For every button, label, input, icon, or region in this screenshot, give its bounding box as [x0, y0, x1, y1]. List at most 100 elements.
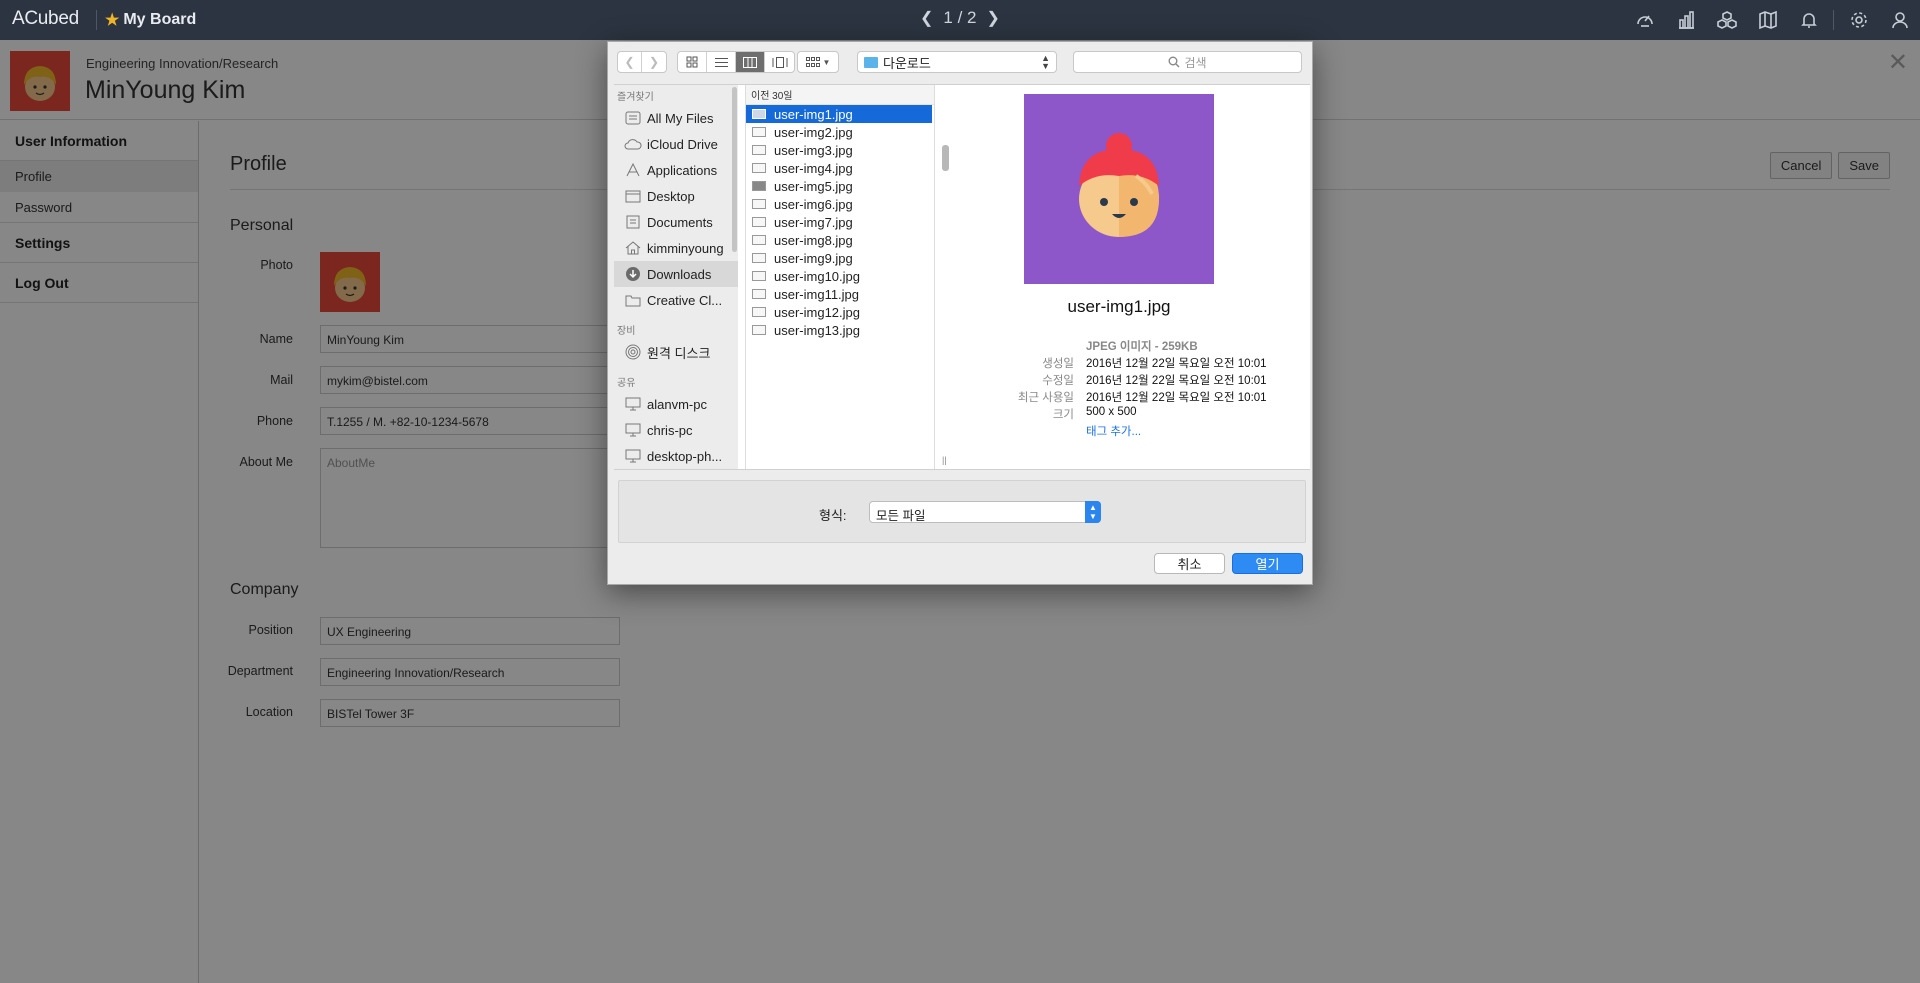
gallery-view-icon[interactable]	[765, 52, 794, 72]
file-row[interactable]: user-img13.jpg	[746, 321, 932, 339]
image-file-icon	[752, 325, 766, 335]
meta-key: 크기	[1052, 409, 1074, 421]
column-group-header: 이전 30일	[746, 85, 934, 105]
file-name: user-img13.jpg	[774, 322, 860, 338]
board-pager: ❮ 1 / 2 ❯	[920, 8, 1000, 28]
file-row[interactable]: user-img8.jpg	[746, 231, 932, 249]
folder-icon	[624, 292, 642, 308]
sidebar-item-label: Documents	[647, 214, 713, 230]
desktop-icon	[624, 188, 642, 204]
sidebar-scrollbar[interactable]	[732, 87, 737, 252]
computer-icon	[624, 422, 642, 438]
format-select[interactable]: 모든 파일 ▲ ▼	[869, 501, 1101, 523]
file-row[interactable]: user-img6.jpg	[746, 195, 932, 213]
forward-chevron-icon[interactable]: ❯	[642, 52, 666, 72]
file-row[interactable]: user-img4.jpg	[746, 159, 932, 177]
devices-header: 장비	[617, 325, 636, 337]
file-preview: user-img1.jpg JPEG 이미지 - 259KB 생성일 2016년…	[944, 85, 1310, 469]
search-icon	[1168, 56, 1180, 68]
sidebar-item-home[interactable]: kimminyoung	[614, 235, 738, 261]
location-popup[interactable]: 다운로드 ▲ ▼	[857, 51, 1057, 73]
view-mode-segmented	[677, 51, 795, 73]
search-input[interactable]: 검색	[1073, 51, 1302, 73]
sidebar-item-alanvm-pc[interactable]: alanvm-pc	[614, 391, 738, 417]
computer-icon	[624, 396, 642, 412]
sidebar-item-icloud-drive[interactable]: iCloud Drive	[614, 131, 738, 157]
meta-key: 최근 사용일	[1017, 392, 1074, 404]
gear-icon[interactable]	[1838, 0, 1879, 40]
sidebar-item-documents[interactable]: Documents	[614, 209, 738, 235]
column-view-icon[interactable]	[736, 52, 765, 72]
updown-chevron-icon: ▲ ▼	[1085, 501, 1101, 523]
file-name: user-img11.jpg	[774, 286, 860, 302]
search-placeholder: 검색	[1184, 55, 1207, 70]
image-file-icon	[752, 235, 766, 245]
arrange-menu-button[interactable]: ▼	[797, 51, 839, 73]
file-row[interactable]: user-img5.jpg	[746, 177, 932, 195]
file-name: user-img1.jpg	[774, 106, 853, 122]
finder-sidebar: 즐겨찾기 All My Files iCloud Drive Applicati…	[614, 85, 738, 469]
sidebar-item-chris-pc[interactable]: chris-pc	[614, 417, 738, 443]
file-column: 이전 30일 user-img1.jpg user-img2.jpg user-…	[745, 85, 949, 469]
file-open-dialog: ❮ ❯ ▼ 다운로드 ▲ ▼ 검색 즐겨찾기 All My Files iClo…	[607, 41, 1313, 585]
format-select-value: 모든 파일	[876, 509, 926, 523]
list-view-icon[interactable]	[707, 52, 736, 72]
chevron-down-icon: ▼	[822, 57, 831, 67]
dialog-cancel-button[interactable]: 취소	[1154, 553, 1225, 574]
cloud-icon	[624, 136, 642, 152]
format-bar: 형식: 모든 파일 ▲ ▼	[618, 480, 1306, 543]
file-name: user-img6.jpg	[774, 196, 853, 212]
star-icon: ★	[105, 12, 120, 29]
sidebar-item-label: chris-pc	[647, 422, 693, 438]
user-icon[interactable]	[1879, 0, 1920, 40]
documents-icon	[624, 214, 642, 230]
downloads-icon	[624, 266, 642, 282]
my-board-button[interactable]: ★ My Board	[105, 10, 196, 30]
sidebar-item-label: 원격 디스크	[647, 345, 711, 361]
sidebar-item-remote-disc[interactable]: 원격 디스크	[614, 339, 738, 365]
sidebar-item-label: All My Files	[647, 110, 714, 126]
file-row[interactable]: user-img1.jpg	[746, 105, 932, 123]
file-row[interactable]: user-img7.jpg	[746, 213, 932, 231]
disc-icon	[624, 344, 642, 360]
file-name: user-img9.jpg	[774, 250, 853, 266]
icon-view-icon[interactable]	[678, 52, 707, 72]
sidebar-item-all-my-files[interactable]: All My Files	[614, 105, 738, 131]
back-chevron-icon[interactable]: ❮	[618, 52, 642, 72]
prev-page-chevron-icon[interactable]: ❮	[920, 8, 933, 28]
sidebar-item-creative-cloud[interactable]: Creative Cl...	[614, 287, 738, 313]
file-row[interactable]: user-img3.jpg	[746, 141, 932, 159]
sidebar-item-label: Desktop	[647, 188, 695, 204]
cubes-icon[interactable]	[1706, 0, 1747, 40]
chart-icon[interactable]	[1665, 0, 1706, 40]
file-name: user-img10.jpg	[774, 268, 860, 284]
file-name: user-img8.jpg	[774, 232, 853, 248]
sidebar-item-desktop[interactable]: Desktop	[614, 183, 738, 209]
home-icon	[624, 240, 642, 256]
file-row[interactable]: user-img2.jpg	[746, 123, 932, 141]
updown-chevron-icon: ▲ ▼	[1041, 53, 1050, 71]
image-file-icon	[752, 271, 766, 281]
app-logo[interactable]: ACubed	[12, 8, 79, 30]
file-name: user-img3.jpg	[774, 142, 853, 158]
applications-icon	[624, 162, 642, 178]
file-row[interactable]: user-img11.jpg	[746, 285, 932, 303]
bell-icon[interactable]	[1788, 0, 1829, 40]
next-page-chevron-icon[interactable]: ❯	[987, 8, 1000, 28]
meta-value: 500 x 500	[1086, 406, 1137, 418]
file-row[interactable]: user-img9.jpg	[746, 249, 932, 267]
preview-filetype: JPEG 이미지 - 259KB	[1086, 341, 1198, 353]
sidebar-item-downloads[interactable]: Downloads	[614, 261, 738, 287]
image-file-icon	[752, 181, 766, 191]
map-icon[interactable]	[1747, 0, 1788, 40]
meta-key: 수정일	[1042, 375, 1074, 387]
dashboard-icon[interactable]	[1624, 0, 1665, 40]
file-row[interactable]: user-img12.jpg	[746, 303, 932, 321]
sidebar-item-label: Downloads	[647, 266, 712, 282]
sidebar-item-desktop-ph[interactable]: desktop-ph...	[614, 443, 738, 469]
file-row[interactable]: user-img10.jpg	[746, 267, 932, 285]
dialog-open-button[interactable]: 열기	[1232, 553, 1303, 574]
add-tag-link[interactable]: 태그 추가...	[1086, 423, 1141, 439]
file-name: user-img12.jpg	[774, 304, 860, 320]
sidebar-item-applications[interactable]: Applications	[614, 157, 738, 183]
